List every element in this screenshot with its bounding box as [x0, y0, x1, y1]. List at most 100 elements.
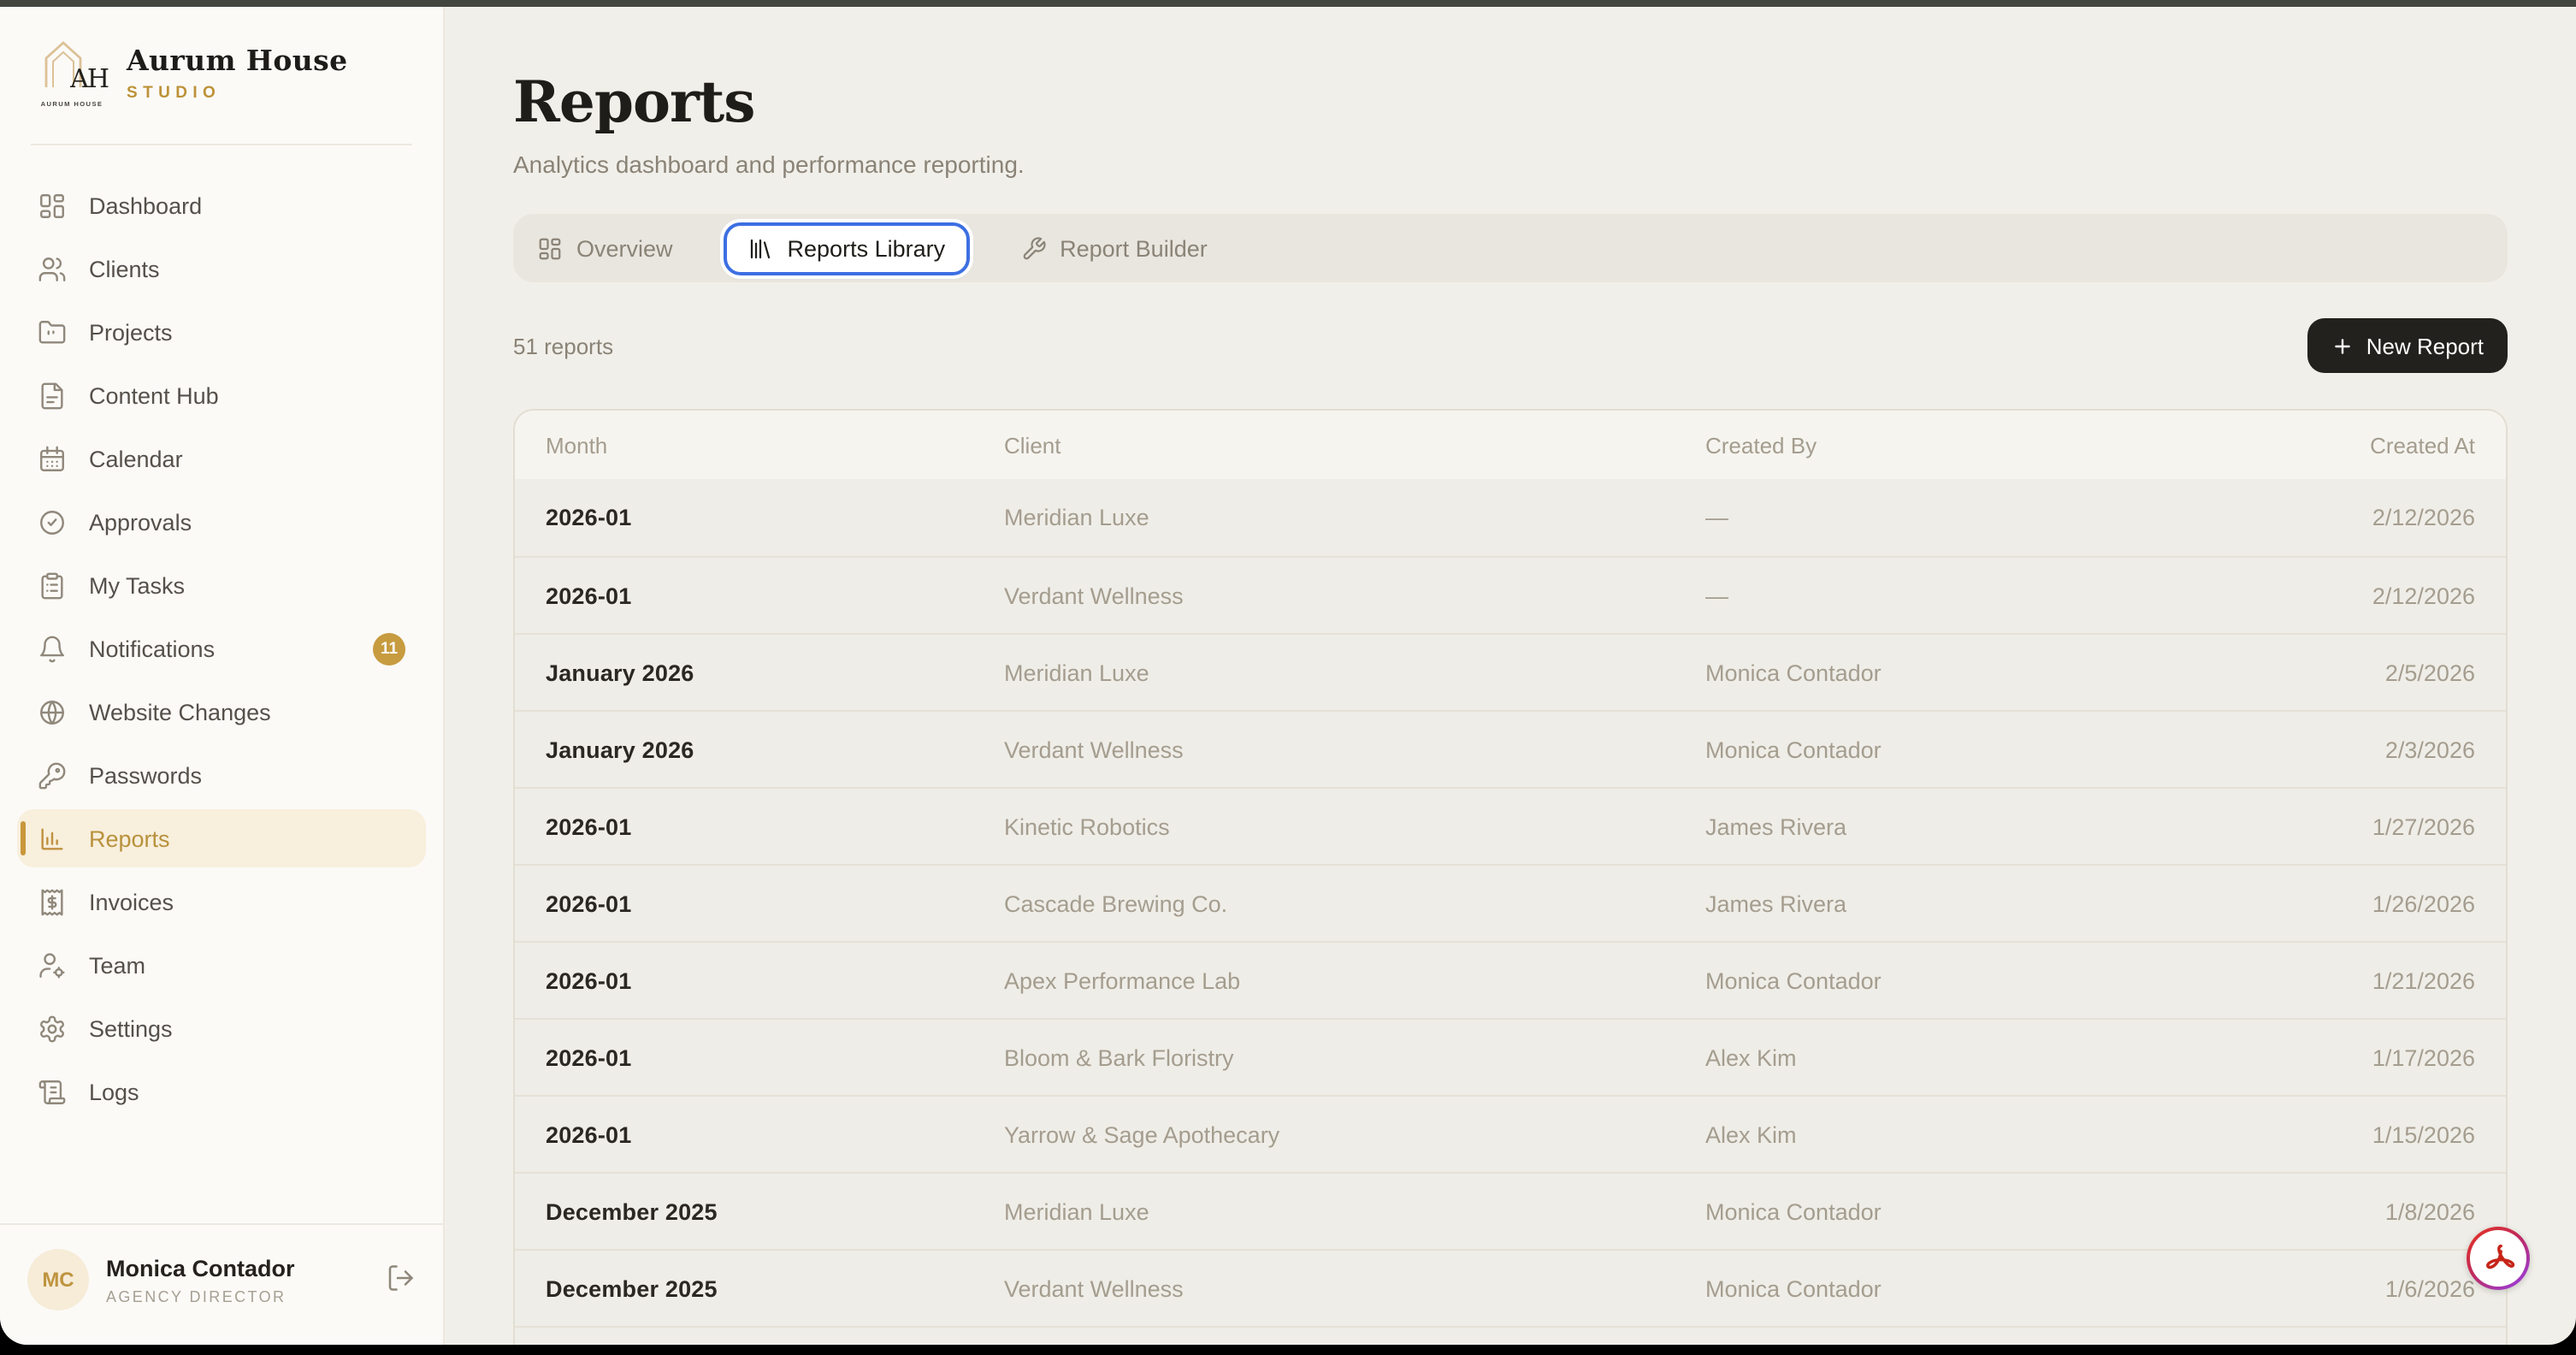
tab-label: Reports Library: [788, 235, 946, 261]
cell-client: Verdant Wellness: [1004, 1275, 1705, 1301]
tab-label: Report Builder: [1060, 235, 1208, 261]
table-row[interactable]: 2026-01 Meridian Luxe — 2/12/2026: [515, 479, 2506, 556]
sidebar-item-passwords[interactable]: Passwords: [17, 746, 426, 804]
cell-client: Meridian Luxe: [1004, 505, 1705, 530]
toolbar: 51 reports New Report: [513, 318, 2508, 373]
table-body: 2026-01 Meridian Luxe — 2/12/2026 2026-0…: [515, 479, 2506, 1345]
sidebar-item-label: Projects: [89, 319, 173, 345]
cell-created-by: —: [1705, 583, 2219, 608]
tab-report-builder[interactable]: Report Builder: [1020, 235, 1208, 261]
cell-month: January 2026: [546, 737, 1004, 762]
cell-month: 2026-01: [546, 583, 1004, 608]
cell-month: 2026-01: [546, 1121, 1004, 1147]
sidebar-item-clients[interactable]: Clients: [17, 240, 426, 298]
sidebar-item-label: Calendar: [89, 446, 183, 471]
sidebar-item-team[interactable]: Team: [17, 936, 426, 994]
cell-created-at: 1/6/2026: [2219, 1275, 2475, 1301]
cell-created-at: 1/8/2026: [2219, 1198, 2475, 1224]
dashboard-icon: [38, 191, 67, 220]
sidebar-item-approvals[interactable]: Approvals: [17, 493, 426, 551]
tab-overview[interactable]: Overview: [537, 235, 673, 261]
table-row[interactable]: January 2026 Verdant Wellness Monica Con…: [515, 710, 2506, 787]
users-icon: [38, 254, 67, 283]
cell-created-at: 1/17/2026: [2219, 1044, 2475, 1070]
user-panel: MC Monica Contador AGENCY DIRECTOR: [0, 1223, 443, 1345]
cell-month: 2026-01: [546, 1044, 1004, 1070]
sidebar-item-label: Team: [89, 952, 145, 978]
sidebar-item-dashboard[interactable]: Dashboard: [17, 176, 426, 234]
sidebar-item-label: Settings: [89, 1015, 173, 1041]
tab-reports-library[interactable]: Reports Library: [724, 222, 970, 275]
sidebar-item-notifications[interactable]: Notifications 11: [17, 619, 426, 678]
cell-client: Verdant Wellness: [1004, 737, 1705, 762]
cell-created-by: Monica Contador: [1705, 1198, 2219, 1224]
cell-created-at: 2/12/2026: [2219, 583, 2475, 608]
folder-icon: [38, 317, 67, 346]
logout-button[interactable]: [385, 1262, 416, 1298]
key-icon: [38, 760, 67, 790]
sidebar-item-projects[interactable]: Projects: [17, 303, 426, 361]
cell-month: January 2026: [546, 660, 1004, 685]
cell-created-by: James Rivera: [1705, 814, 2219, 839]
column-header-client: Client: [1004, 432, 1705, 458]
table-row[interactable]: 2026-01 Cascade Brewing Co. James Rivera…: [515, 864, 2506, 941]
table-row[interactable]: 2026-01 Verdant Wellness — 2/12/2026: [515, 556, 2506, 633]
table-row[interactable]: 2026-01 Yarrow & Sage Apothecary Alex Ki…: [515, 1095, 2506, 1172]
report-count: 51 reports: [513, 333, 613, 358]
sidebar-divider: [31, 144, 412, 145]
brand-name: Aurum House: [127, 44, 348, 77]
cell-created-at: 1/26/2026: [2219, 891, 2475, 916]
table-row[interactable]: 2026-01 Bloom & Bark Floristry Alex Kim …: [515, 1018, 2506, 1095]
file-text-icon: [38, 381, 67, 410]
notifications-badge: 11: [373, 632, 405, 665]
new-report-label: New Report: [2366, 333, 2484, 358]
receipt-icon: [38, 887, 67, 916]
column-header-created-by: Created By: [1705, 432, 2219, 458]
cell-created-by: Alex Kim: [1705, 1121, 2219, 1147]
sidebar-item-my-tasks[interactable]: My Tasks: [17, 556, 426, 614]
cell-month: December 2025: [546, 1275, 1004, 1301]
sidebar-item-label: Notifications: [89, 636, 215, 661]
sidebar-item-settings[interactable]: Settings: [17, 999, 426, 1057]
user-info: Monica Contador AGENCY DIRECTOR: [106, 1255, 295, 1305]
wrench-icon: [1020, 235, 1046, 261]
new-report-button[interactable]: New Report: [2308, 318, 2508, 373]
table-header: Month Client Created By Created At: [515, 411, 2506, 479]
sidebar-item-calendar[interactable]: Calendar: [17, 429, 426, 488]
cell-created-at: 2/5/2026: [2219, 660, 2475, 685]
cell-client: Meridian Luxe: [1004, 660, 1705, 685]
cell-client: Kinetic Robotics: [1004, 814, 1705, 839]
cell-created-by: Monica Contador: [1705, 660, 2219, 685]
globe-icon: [38, 697, 67, 726]
cell-created-at: 1/15/2026: [2219, 1121, 2475, 1147]
table-row[interactable]: January 2026 Meridian Luxe Monica Contad…: [515, 633, 2506, 710]
user-name: Monica Contador: [106, 1255, 295, 1281]
table-row[interactable]: 2026-01 Apex Performance Lab Monica Cont…: [515, 941, 2506, 1018]
clipboard-icon: [38, 571, 67, 600]
cell-month: 2026-01: [546, 814, 1004, 839]
sidebar-item-website-changes[interactable]: Website Changes: [17, 683, 426, 741]
cell-client: Yarrow & Sage Apothecary: [1004, 1121, 1705, 1147]
sidebar-item-logs[interactable]: Logs: [17, 1062, 426, 1121]
check-circle-icon: [38, 507, 67, 536]
bar-chart-icon: [38, 824, 67, 853]
tab-label: Overview: [576, 235, 673, 261]
table-row[interactable]: December 2025 Meridian Luxe Monica Conta…: [515, 1172, 2506, 1249]
cell-client: Apex Performance Lab: [1004, 967, 1705, 993]
sidebar-item-label: Passwords: [89, 762, 202, 788]
cell-created-by: James Rivera: [1705, 891, 2219, 916]
sidebar-item-label: Invoices: [89, 889, 174, 914]
brand-logo: AH AURUM HOUSE Aurum House STUDIO: [0, 7, 443, 123]
table-row[interactable]: 2026-01 Kinetic Robotics James Rivera 1/…: [515, 787, 2506, 864]
table-row[interactable]: December 2025 Verdant Wellness Monica Co…: [515, 1249, 2506, 1326]
sidebar-item-reports[interactable]: Reports: [17, 809, 426, 867]
pdf-extension-badge[interactable]: [2467, 1227, 2530, 1290]
main-content: Reports Analytics dashboard and performa…: [445, 7, 2576, 1345]
cell-created-by: Alex Kim: [1705, 1044, 2219, 1070]
pdf-icon: [2470, 1230, 2526, 1287]
bell-icon: [38, 634, 67, 663]
sidebar-item-content-hub[interactable]: Content Hub: [17, 366, 426, 424]
cell-client: Verdant Wellness: [1004, 583, 1705, 608]
cell-created-at: 2/12/2026: [2219, 505, 2475, 530]
sidebar-item-invoices[interactable]: Invoices: [17, 873, 426, 931]
